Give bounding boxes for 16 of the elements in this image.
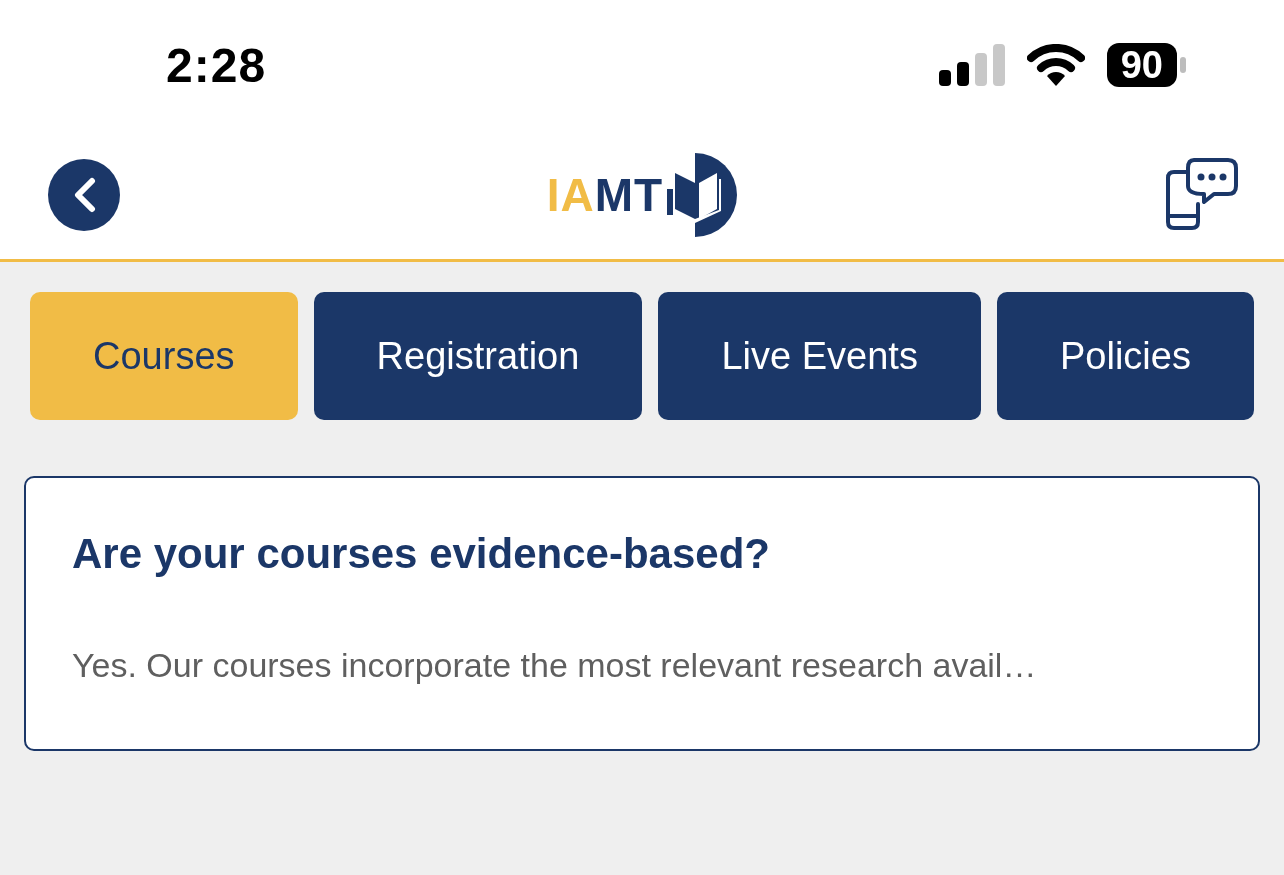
nav-tab[interactable]: Live Events <box>658 292 981 420</box>
battery-level: 90 <box>1106 43 1177 87</box>
battery-tip-icon <box>1180 57 1186 73</box>
phone-chat-icon[interactable] <box>1164 157 1238 232</box>
faq-card[interactable]: Are your courses evidence-based? Yes. Our courses incorporate the most relevant research avail… <box>24 476 1260 751</box>
faq-answer: Yes. Our courses incorporate the most relevant research avail… <box>72 646 1038 685</box>
nav-tab[interactable]: Courses <box>30 292 298 420</box>
logo-text: IAMT <box>546 167 664 222</box>
chevron-left-icon <box>72 176 96 213</box>
signal-icon <box>938 44 1005 86</box>
wifi-icon <box>1026 44 1085 86</box>
nav-tab[interactable]: Policies <box>996 292 1254 420</box>
book-logo-icon <box>667 152 738 237</box>
nav-tab[interactable]: Registration <box>313 292 643 420</box>
clock-time: 2:28 <box>166 37 267 93</box>
faq-question: Are your courses evidence-based? <box>72 530 771 578</box>
